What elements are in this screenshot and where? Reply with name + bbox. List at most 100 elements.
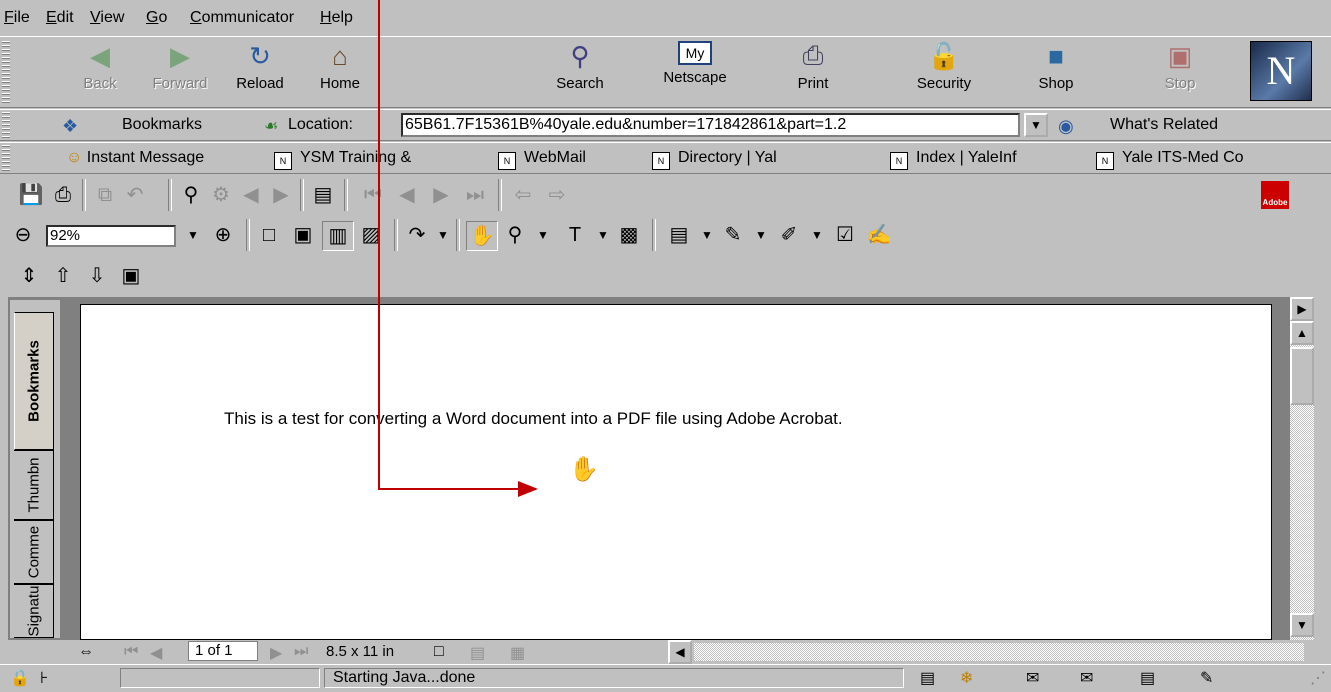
previous-page-icon[interactable]: ◀ [150, 643, 162, 663]
extract-page-icon[interactable]: ⇩ [82, 262, 112, 290]
resize-grip-icon[interactable]: ⋰ [1310, 668, 1326, 688]
zoom-dropdown-icon[interactable]: ▼ [178, 221, 208, 249]
tab-comments[interactable]: Comme [14, 520, 54, 584]
spell-check-icon[interactable]: ☑ [830, 221, 860, 249]
vertical-scrollbar[interactable]: ▶ ▲ ▼ [1290, 297, 1314, 640]
show-navigation-pane-icon[interactable]: ▤ [308, 181, 338, 209]
whats-related-button[interactable]: What's Related [1110, 116, 1218, 134]
pencil-dropdown-icon[interactable]: ▼ [746, 221, 776, 249]
save-icon[interactable]: 💾 [16, 181, 46, 209]
shop-button[interactable]: ■ Shop [1016, 41, 1096, 103]
scroll-up-button[interactable]: ▲ [1290, 321, 1314, 345]
zoom-in-icon[interactable]: ⊕ [208, 221, 238, 249]
scroll-thumb[interactable] [1290, 347, 1314, 405]
go-back-icon[interactable]: ⇦ [508, 181, 538, 209]
mail-icon[interactable]: ✉ [1026, 668, 1039, 688]
address-book-icon[interactable]: ▤ [1140, 668, 1155, 688]
actual-size-icon[interactable]: □ [254, 221, 284, 249]
next-page-icon[interactable]: ▶ [426, 181, 456, 209]
horizontal-scrollbar[interactable]: ◀ [668, 640, 1304, 664]
last-page-icon[interactable]: ⏭ [460, 181, 490, 209]
stop-button[interactable]: ▣ Stop [1140, 41, 1220, 103]
move-pages-icon[interactable]: ⇕ [14, 262, 44, 290]
hand-tool-icon[interactable]: ✋ [466, 221, 498, 251]
menu-file[interactable]: File [4, 9, 30, 27]
location-dropdown-button[interactable]: ▼ [1024, 113, 1048, 137]
continuous-facing-icon[interactable]: ▦ [510, 643, 525, 663]
zoom-out-icon[interactable]: ⊖ [8, 221, 38, 249]
menu-help[interactable]: Help [320, 9, 353, 27]
copy-icon[interactable]: ⧉ [90, 181, 120, 209]
reload-button[interactable]: ↻ Reload [220, 41, 300, 103]
undo-icon[interactable]: ↶ [120, 181, 150, 209]
bookmark-directory[interactable]: N Directory | Yal [652, 149, 777, 170]
next-highlight-icon[interactable]: ▶ [266, 181, 296, 209]
print-icon[interactable]: ⎙ [48, 181, 78, 209]
graphics-select-tool-icon[interactable]: ▩ [614, 221, 644, 249]
fit-page-icon[interactable]: ▣ [288, 221, 318, 249]
previous-page-icon[interactable]: ◀ [392, 181, 422, 209]
zoom-tool-icon[interactable]: ⚲ [500, 221, 530, 249]
toolbar-grip[interactable] [2, 145, 10, 171]
previous-highlight-icon[interactable]: ◀ [236, 181, 266, 209]
bookmark-ysm-training[interactable]: N YSM Training & [274, 149, 411, 170]
bookmark-index[interactable]: N Index | YaleInf [890, 149, 1017, 170]
bookmark-webmail[interactable]: N WebMail [498, 149, 586, 170]
single-page-icon[interactable]: □ [434, 643, 444, 661]
bookmarks-button[interactable]: Bookmarks [122, 116, 202, 134]
print-button[interactable]: ⎙ Print [773, 40, 853, 103]
menu-communicator[interactable]: Communicator [190, 9, 294, 27]
netscape-logo[interactable]: N [1250, 41, 1312, 101]
next-page-arrow-button[interactable]: ▶ [1290, 297, 1314, 321]
first-page-icon[interactable]: ⏮ [358, 181, 388, 209]
netscape-button[interactable]: My Netscape [655, 41, 735, 103]
instant-message-button[interactable]: ☺ Instant Message [66, 149, 204, 167]
bookmark-yale-its[interactable]: N Yale ITS-Med Co [1096, 149, 1244, 170]
scroll-left-button[interactable]: ◀ [668, 640, 692, 664]
page-number-field[interactable]: 1 of 1 [188, 641, 258, 661]
composer-icon[interactable]: ✎ [1200, 668, 1213, 688]
note-tool-icon[interactable]: ▤ [664, 221, 694, 249]
highlight-dropdown-icon[interactable]: ▼ [802, 221, 832, 249]
fit-width-icon[interactable]: ▥ [322, 221, 354, 251]
tab-bookmarks[interactable]: Bookmarks [14, 312, 54, 450]
location-url-field[interactable]: 65B61.7F15361B%40yale.edu&number=1718428… [401, 113, 1020, 137]
newsgroups-icon[interactable]: ✉ [1080, 668, 1093, 688]
continuous-icon[interactable]: ▤ [470, 643, 485, 663]
menu-go[interactable]: Go [146, 9, 167, 27]
crop-pages-icon[interactable]: ▣ [116, 262, 146, 290]
menu-edit[interactable]: Edit [46, 9, 74, 27]
menu-view[interactable]: View [90, 9, 124, 27]
search-button[interactable]: ⚲ Search [540, 41, 620, 103]
fit-visible-icon[interactable]: ▨ [356, 221, 386, 249]
digital-signature-icon[interactable]: ✍ [864, 221, 894, 249]
next-page-icon[interactable]: ▶ [270, 643, 282, 663]
forward-button[interactable]: ▶ Forward [140, 41, 220, 103]
online-status-icon[interactable]: ⊦ [40, 668, 48, 688]
scroll-down-button[interactable]: ▼ [1290, 613, 1314, 637]
back-button[interactable]: ◀ Back [60, 41, 140, 103]
tab-thumbnails[interactable]: Thumbn [14, 450, 54, 520]
text-select-tool-icon[interactable]: T [560, 221, 590, 249]
toolbar-grip[interactable] [2, 41, 10, 103]
insert-page-icon[interactable]: ⇧ [48, 262, 78, 290]
navigator-icon[interactable]: ❄ [960, 668, 973, 688]
component-bar-icon[interactable]: ▤ [920, 668, 935, 688]
zoom-tool-dropdown-icon[interactable]: ▼ [528, 221, 558, 249]
toolbar-grip[interactable] [2, 112, 10, 138]
tab-signatures[interactable]: Signatu [14, 584, 54, 638]
search-index-icon[interactable]: ⚙ [206, 181, 236, 209]
home-button[interactable]: ⌂ Home [300, 41, 380, 103]
split-pane-icon[interactable]: ⇔ [78, 643, 94, 661]
highlight-tool-icon[interactable]: ✐ [774, 221, 804, 249]
security-lock-icon[interactable]: 🔒 [10, 668, 30, 688]
pencil-tool-icon[interactable]: ✎ [718, 221, 748, 249]
adobe-logo[interactable]: Adobe [1253, 179, 1297, 213]
zoom-field[interactable]: 92% [46, 225, 176, 247]
rotate-dropdown-icon[interactable]: ▼ [428, 221, 458, 249]
last-page-icon[interactable]: ⏭ [294, 643, 308, 661]
pdf-page[interactable]: This is a test for converting a Word doc… [80, 304, 1272, 640]
go-forward-icon[interactable]: ⇨ [542, 181, 572, 209]
security-button[interactable]: 🔓 Security [904, 41, 984, 103]
first-page-icon[interactable]: ⏮ [124, 643, 138, 661]
